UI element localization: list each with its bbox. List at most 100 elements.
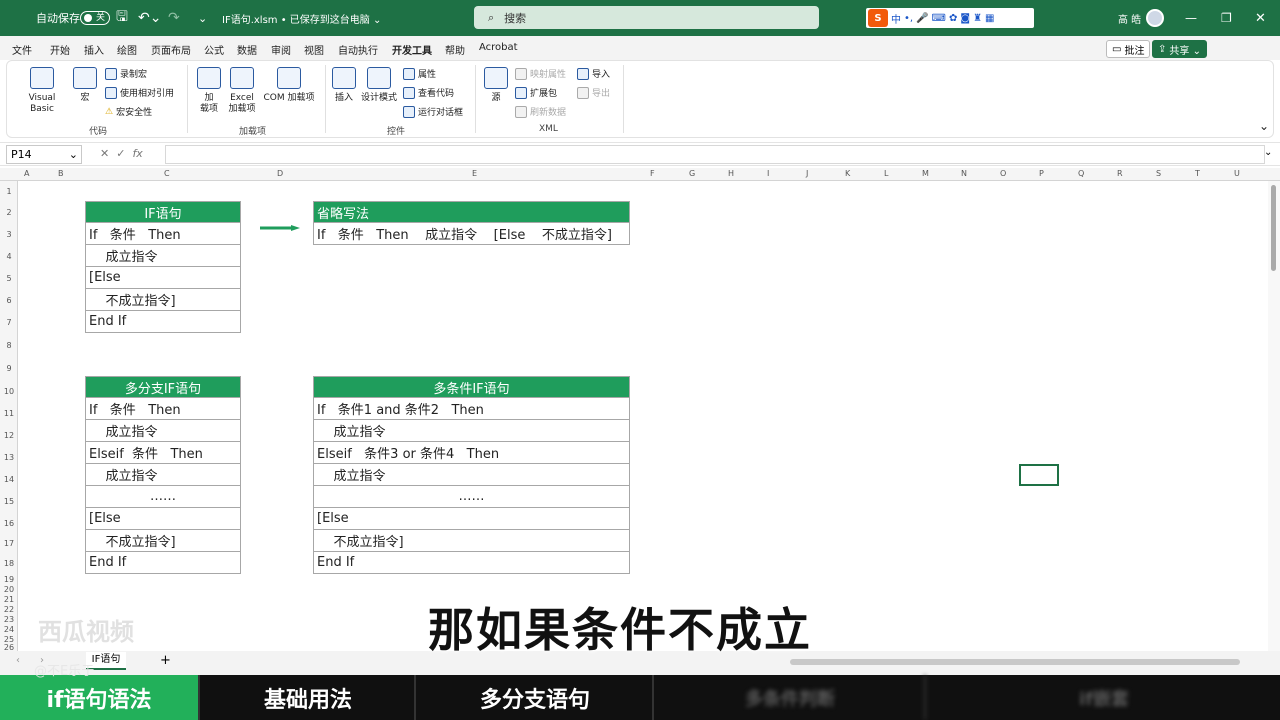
autosave-toggle[interactable]: 关 [80, 11, 110, 25]
tab-file[interactable]: 文件 [12, 42, 32, 57]
chapter-tab[interactable]: if嵌套 [928, 675, 1280, 720]
row-header[interactable]: 11 [0, 409, 18, 418]
column-header[interactable]: G [689, 169, 695, 178]
search-box[interactable]: ⌕ 搜索 [474, 6, 819, 29]
vertical-scrollbar[interactable] [1268, 181, 1280, 651]
column-header[interactable]: I [767, 169, 769, 178]
column-header[interactable]: A [24, 169, 29, 178]
table-row[interactable]: 成立指令 [85, 419, 241, 442]
row-header[interactable]: 17 [0, 539, 18, 548]
row-header[interactable]: 4 [0, 252, 18, 261]
redo-icon[interactable]: ↷ [168, 0, 180, 36]
tab-page-layout[interactable]: 页面布局 [151, 42, 191, 57]
table-row[interactable]: …… [85, 485, 241, 508]
row-header[interactable]: 15 [0, 497, 18, 506]
com-addins-button[interactable]: COM 加载项 [259, 67, 319, 104]
row-header[interactable]: 5 [0, 274, 18, 283]
expansion-packs-button[interactable]: 扩展包 [515, 86, 557, 99]
addins-button[interactable]: 加 载项 [195, 67, 223, 115]
table-row[interactable]: If 条件 Then 成立指令 [Else 不成立指令] [313, 222, 630, 245]
view-code-button[interactable]: 查看代码 [403, 86, 454, 99]
tab-help[interactable]: 帮助 [445, 42, 465, 57]
tab-acrobat[interactable]: Acrobat [479, 42, 518, 53]
formula-input[interactable] [165, 145, 1265, 164]
maximize-icon[interactable]: ❐ [1221, 0, 1232, 36]
expand-formula-icon[interactable]: ⌄ [1264, 147, 1272, 158]
chapter-tab[interactable]: 多条件判断 [656, 675, 926, 720]
ime-logo[interactable]: S [868, 9, 888, 27]
ime-keyboard-icon[interactable]: ⌨ [932, 13, 946, 24]
row-header[interactable]: 8 [0, 341, 18, 350]
row-header[interactable]: 2 [0, 208, 18, 217]
record-macro-button[interactable]: 录制宏 [105, 67, 147, 80]
table-header[interactable]: 省略写法 [313, 201, 630, 223]
map-properties-button[interactable]: 映射属性 [515, 67, 566, 80]
column-header[interactable]: E [472, 169, 477, 178]
ime-skin-icon[interactable]: ✿ [949, 13, 957, 24]
tab-automate[interactable]: 自动执行 [338, 42, 378, 57]
table-row[interactable]: 不成立指令] [85, 288, 241, 311]
undo-icon[interactable]: ↶⌄ [138, 0, 161, 36]
properties-button[interactable]: 属性 [403, 67, 436, 80]
column-header[interactable]: B [58, 169, 64, 178]
column-header[interactable]: N [961, 169, 967, 178]
comment-button[interactable]: ▭ 批注 [1106, 40, 1151, 58]
table-row[interactable]: Elseif 条件3 or 条件4 Then [313, 441, 630, 464]
table-row[interactable]: …… [313, 485, 630, 508]
scrollbar-thumb[interactable] [1271, 185, 1276, 271]
row-header[interactable]: 6 [0, 296, 18, 305]
column-header[interactable]: R [1117, 169, 1123, 178]
ime-grid-icon[interactable]: ▦ [985, 13, 994, 24]
table-row[interactable]: 不成立指令] [313, 529, 630, 552]
chapter-tab[interactable]: if语句语法 [0, 675, 200, 720]
worksheet-grid[interactable]: IF语句 If 条件 Then 成立指令 [Else 不成立指令] End If… [18, 181, 1268, 651]
ime-shirt-icon[interactable]: ♜ [973, 13, 982, 24]
row-header[interactable]: 19 [0, 575, 18, 584]
tab-insert[interactable]: 插入 [84, 42, 104, 57]
macros-button[interactable]: 宏 [73, 67, 97, 104]
column-header[interactable]: M [922, 169, 929, 178]
add-sheet-button[interactable]: + [160, 653, 171, 668]
refresh-data-button[interactable]: 刷新数据 [515, 105, 566, 118]
table-row[interactable]: End If [85, 551, 241, 574]
name-box[interactable]: P14 ⌄ [6, 145, 82, 164]
column-header[interactable]: D [277, 169, 283, 178]
table-row[interactable]: 不成立指令] [85, 529, 241, 552]
row-header[interactable]: 23 [0, 615, 18, 624]
row-header[interactable]: 21 [0, 595, 18, 604]
ime-punct-icon[interactable]: •, [904, 13, 913, 24]
prev-sheet-icon[interactable]: ‹ [16, 655, 20, 666]
ime-mode[interactable]: 中 [891, 11, 901, 26]
tab-home[interactable]: 开始 [50, 42, 70, 57]
table-row[interactable]: 成立指令 [313, 419, 630, 442]
table-row[interactable]: If 条件 Then [85, 397, 241, 420]
table-row[interactable]: 成立指令 [313, 463, 630, 486]
column-header[interactable]: L [884, 169, 888, 178]
export-button[interactable]: 导出 [577, 86, 610, 99]
file-name[interactable]: IF语句.xlsm • 已保存到这台电脑 ⌄ [222, 0, 381, 36]
minimize-icon[interactable]: — [1185, 0, 1197, 36]
row-header[interactable]: 13 [0, 453, 18, 462]
run-dialog-button[interactable]: 运行对话框 [403, 105, 463, 118]
column-header[interactable]: J [806, 169, 808, 178]
table-row[interactable]: End If [85, 310, 241, 333]
tab-data[interactable]: 数据 [237, 42, 257, 57]
check-icon[interactable]: ✓ [116, 147, 125, 160]
column-header[interactable]: P [1039, 169, 1044, 178]
table-row[interactable]: [Else [85, 266, 241, 289]
table-row[interactable]: [Else [313, 507, 630, 530]
relative-reference-button[interactable]: 使用相对引用 [105, 86, 174, 99]
table-row[interactable]: End If [313, 551, 630, 574]
tab-view[interactable]: 视图 [304, 42, 324, 57]
row-header[interactable]: 3 [0, 230, 18, 239]
row-header[interactable]: 9 [0, 364, 18, 373]
user-name[interactable]: 高 皓 [1118, 0, 1141, 36]
row-header[interactable]: 14 [0, 475, 18, 484]
chevron-down-icon[interactable]: ⌄ [69, 146, 78, 163]
column-header[interactable]: S [1156, 169, 1161, 178]
selected-cell[interactable] [1019, 464, 1059, 486]
avatar[interactable] [1146, 9, 1164, 27]
function-icon[interactable]: fx [132, 147, 142, 160]
cancel-icon[interactable]: ✕ [100, 147, 109, 160]
xml-source-button[interactable]: 源 [481, 67, 511, 104]
